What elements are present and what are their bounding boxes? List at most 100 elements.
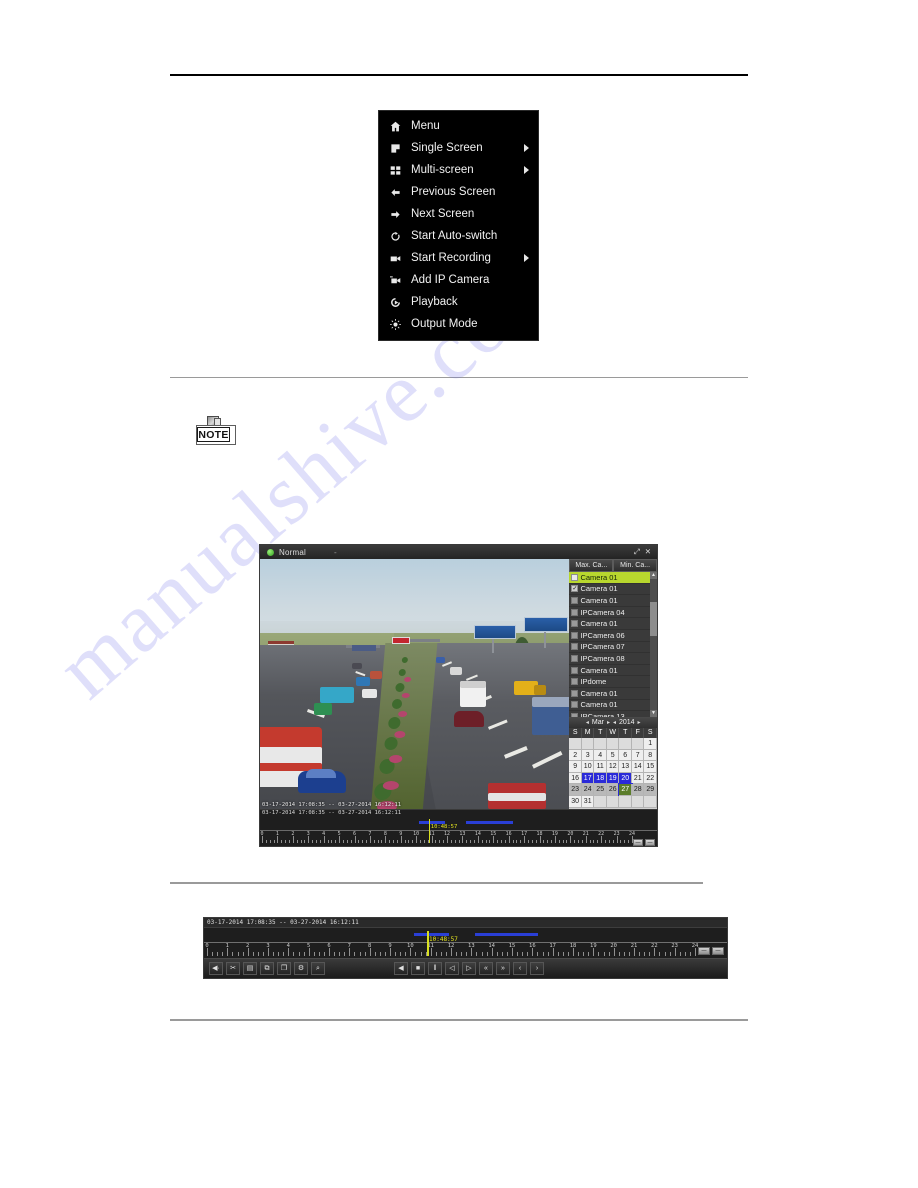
camera-list-item[interactable]: Camera 01 [569,687,650,700]
zoom-icon[interactable]: ⌕ [311,961,325,975]
right-click-context-menu[interactable]: Menu Single Screen Multi-screen Previous Sc… [378,110,539,341]
calendar-day[interactable]: 24 [581,784,595,796]
camera-list-item[interactable]: Camera 01 [569,618,650,630]
next-file-icon[interactable]: › [530,961,544,975]
calendar-day[interactable]: 25 [594,784,607,796]
calendar-day[interactable]: 21 [631,772,645,785]
stop-icon[interactable]: ■ [411,961,425,975]
camera-list-item[interactable]: IPdome [569,676,650,688]
camera-list-item[interactable]: IPCamera 04 [569,606,650,619]
recorded-segment[interactable] [475,933,539,936]
calendar-day[interactable]: 31 [581,795,595,808]
calendar-day[interactable]: 28 [631,784,645,796]
calendar-day[interactable]: 22 [644,772,657,785]
close-icon[interactable]: ✕ [645,548,651,556]
dvr-playback-window[interactable]: Normal - ⤢ ✕ 03-17-2014 17:08:35 -- 03-2… [259,544,658,847]
camera-checkbox[interactable] [571,689,579,697]
camera-checkbox[interactable] [571,573,579,581]
camera-list-scrollbar[interactable]: ▲ ▼ [650,572,657,717]
frame-back-icon[interactable]: ◁ [445,961,459,975]
calendar-prev-year-icon[interactable]: ◂ [613,719,616,726]
camera-list-item[interactable]: IPCamera 08 [569,653,650,665]
context-menu-item-single-screen[interactable]: Single Screen [379,137,538,159]
calendar-day[interactable]: 12 [606,761,620,773]
pause-icon[interactable]: ‖ [428,961,442,975]
context-menu-item-menu[interactable]: Menu [379,115,538,137]
video-pane[interactable]: 03-17-2014 17:08:35 -- 03-27-2014 16:12:… [260,559,570,809]
camera-checkbox[interactable] [571,643,579,651]
settings-icon[interactable]: ⚙ [294,961,308,975]
files-icon[interactable]: ❐ [277,961,291,975]
calendar[interactable]: ◂ Mar ▸ ◂ 2014 ▸ SMTWTFS 1 2 3 4 5 6 7 8 9 10 11 12… [569,717,657,809]
calendar-day[interactable]: 10 [581,761,595,773]
calendar-day[interactable]: 19 [606,772,620,785]
calendar-day[interactable]: 7 [631,749,645,762]
camera-checkbox[interactable] [571,678,579,686]
camera-list-item[interactable]: Camera 01 [569,595,650,607]
camera-list-item[interactable]: IPCamera 06 [569,629,650,642]
previous-file-icon[interactable]: ‹ [513,961,527,975]
context-menu-item-previous-screen[interactable]: Previous Screen [379,181,538,203]
calendar-day[interactable]: 5 [606,749,620,762]
calendar-day[interactable]: 3 [581,749,595,762]
recorded-segment[interactable] [465,821,514,824]
calendar-day[interactable]: 23 [569,784,582,796]
context-menu-item-multi-screen[interactable]: Multi-screen [379,159,538,181]
camera-list-item[interactable]: ✓ Camera 01 [569,583,650,596]
camera-list-item[interactable]: Camera 01 [569,664,650,677]
camera-checkbox[interactable] [571,701,579,709]
context-menu-item-output-mode[interactable]: Output Mode [379,313,538,335]
camera-checkbox[interactable] [571,666,579,674]
camera-checkbox[interactable] [571,608,579,616]
timeline-zoom-out-button[interactable]: — [633,839,643,846]
clip-icon[interactable]: ⧉ [260,961,274,975]
toolbar-control-bar[interactable]: ◀· ✂ ▤ ⧉ ❐ ⚙ ⌕ ◀ ■ ‖ ◁ ▷ «» ‹ › [204,958,727,977]
calendar-day[interactable]: 20 [619,772,632,785]
context-menu-item-start-auto-switch[interactable]: Start Auto-switch [379,225,538,247]
camera-checkbox[interactable]: ✓ [571,585,579,593]
camera-checkbox[interactable] [571,712,579,717]
calendar-day[interactable]: 27 [618,783,633,797]
timeline-ruler[interactable]: 0 1 2 3 4 5 6 7 8 9 10 11 12 13 14 15 16 17 18 19 20 21 22 23 24 [260,830,657,843]
fast-forward-icon[interactable]: » [496,961,510,975]
calendar-next-year-icon[interactable]: ▸ [638,719,641,726]
min-camera-button[interactable]: Min. Ca... [613,559,657,572]
timeline-zoom-buttons[interactable]: — — [633,839,655,846]
calendar-day[interactable]: 8 [644,749,657,762]
calendar-prev-month-icon[interactable]: ◂ [586,719,589,726]
calendar-day[interactable]: 17 [581,772,595,785]
scissors-icon[interactable]: ✂ [226,961,240,975]
calendar-day[interactable]: 13 [619,761,632,773]
timeline-ruler[interactable]: 0 1 2 3 4 5 6 7 8 9 10 11 12 13 14 15 16 17 18 19 20 21 22 23 24 [204,942,727,956]
calendar-day-grid[interactable]: 1 2 3 4 5 6 7 8 9 10 11 12 13 14 15 16 17 18 19 20 21 22 23 24 2… [569,738,657,808]
calendar-day[interactable]: 15 [644,761,657,773]
calendar-day[interactable]: 9 [569,761,582,773]
camera-checkbox[interactable] [571,596,579,604]
rewind-icon[interactable]: « [479,961,493,975]
reverse-play-icon[interactable]: ◀ [394,961,408,975]
calendar-day[interactable]: 4 [594,749,607,762]
context-menu-item-next-screen[interactable]: Next Screen [379,203,538,225]
camera-minmax-buttons[interactable]: Max. Ca... Min. Ca... [569,559,657,572]
timeline-zoom-in-button[interactable]: — [645,839,655,846]
frame-forward-icon[interactable]: ▷ [462,961,476,975]
context-menu-item-add-ip-camera[interactable]: Add IP Camera [379,269,538,291]
max-camera-button[interactable]: Max. Ca... [569,559,614,572]
camera-list-item[interactable]: Camera 01 [569,572,650,584]
calendar-day[interactable]: 1 [644,738,657,750]
calendar-day[interactable]: 11 [594,761,607,773]
camera-list[interactable]: Camera 01 ✓ Camera 01 Camera 01 IPCamera 04 C… [569,572,657,717]
context-menu-item-playback[interactable]: Playback [379,291,538,313]
calendar-day[interactable]: 16 [569,772,582,785]
camera-checkbox[interactable] [571,620,579,628]
camera-list-item[interactable]: IPCamera 13 [569,711,650,717]
scroll-down-icon[interactable]: ▼ [650,710,657,717]
calendar-day[interactable]: 29 [644,784,657,796]
audio-icon[interactable]: ◀· [209,961,223,975]
camera-list-item[interactable]: Camera 01 [569,699,650,712]
playback-timeline[interactable]: 03-17-2014 17:08:35 -- 03-27-2014 16:12:… [260,809,657,846]
calendar-day[interactable]: 2 [569,749,582,762]
save-icon[interactable]: ▤ [243,961,257,975]
scroll-up-icon[interactable]: ▲ [650,572,657,579]
toolbar-timeline[interactable]: — — 0 1 2 3 4 5 6 7 8 9 10 11 12 13 14 15 16 17 18 19 20 21 22 2… [204,928,727,958]
